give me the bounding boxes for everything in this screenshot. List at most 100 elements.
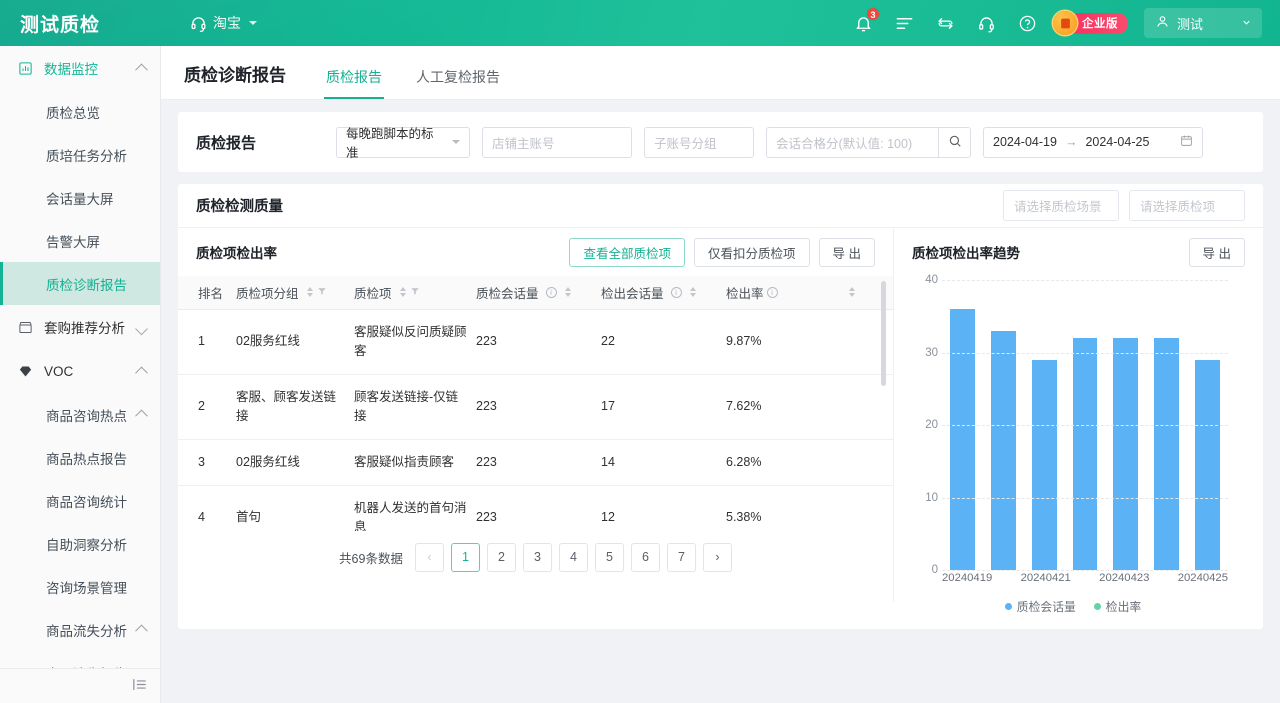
table-row[interactable]: 1 02服务红线 客服疑似反问质疑顾客 223 22 9.87% (178, 309, 893, 375)
chart-monitor-icon (18, 61, 35, 76)
sidebar-item-product-churn-report[interactable]: 商品流失报告 (0, 651, 160, 668)
filter-icon[interactable] (410, 285, 420, 299)
bell-icon[interactable]: 3 (853, 7, 880, 33)
table-row[interactable]: 3 02服务红线 客服疑似指责顾客 223 14 6.28% (178, 439, 893, 486)
sort-icon[interactable] (564, 287, 571, 298)
chart-y-axis: 0 10 20 30 40 (908, 274, 942, 576)
quality-item-select[interactable]: 请选择质检项 (1129, 190, 1245, 221)
score-input[interactable]: 会话合格分(默认值: 100) (766, 126, 938, 158)
chart-bar[interactable] (1072, 338, 1098, 570)
chart-bar[interactable] (1031, 359, 1057, 570)
sidebar-item-quality-overview[interactable]: 质检总览 (0, 90, 160, 133)
col-detected[interactable]: 检出会话量 i (601, 276, 726, 310)
scene-select[interactable]: 请选择质检场景 (1003, 190, 1119, 221)
view-deduction-items-button[interactable]: 仅看扣分质检项 (694, 237, 810, 267)
export-chart-button[interactable]: 导 出 (1188, 237, 1245, 267)
sort-icon[interactable] (849, 287, 855, 298)
trend-chart: 0 10 20 30 40 20240419 20240421 20240423 202404… (908, 274, 1238, 614)
cell-item: 顾客发送链接-仅链接 (354, 374, 476, 440)
legend-item-sessions[interactable]: 质检会话量 (1004, 598, 1076, 615)
table-row[interactable]: 4 首句 机器人发送的首句消息 223 12 5.38% (178, 485, 893, 531)
chart-bar[interactable] (990, 330, 1016, 570)
sidebar-item-label: 自助洞察分析 (46, 537, 127, 553)
cell-sessions: 223 (476, 309, 601, 375)
sidebar-item-alarm-screen[interactable]: 告警大屏 (0, 219, 160, 262)
chart-bar[interactable] (949, 309, 975, 570)
view-all-items-button[interactable]: 查看全部质检项 (569, 237, 685, 267)
chevron-up-icon (135, 366, 148, 379)
date-range-picker[interactable]: 2024-04-19 → 2024-04-25 (983, 126, 1203, 158)
tab-quality-report[interactable]: 质检报告 (324, 67, 384, 99)
page-button-3[interactable]: 3 (522, 542, 552, 572)
col-rate[interactable]: 检出率 i (726, 276, 893, 310)
shop-account-input[interactable]: 店铺主账号 (482, 126, 632, 158)
sub-account-group-input[interactable]: 子账号分组 (644, 126, 754, 158)
chart-bar[interactable] (1154, 338, 1180, 570)
col-sessions[interactable]: 质检会话量 i (476, 276, 601, 310)
legend-label: 质检会话量 (1016, 600, 1076, 614)
col-label: 质检项分组 (236, 286, 299, 301)
cell-group: 02服务红线 (236, 309, 354, 375)
sort-icon[interactable] (689, 287, 696, 298)
info-icon[interactable]: i (545, 286, 557, 298)
page-title: 质检诊断报告 (184, 66, 286, 85)
sidebar-item-product-consult-stats[interactable]: 商品咨询统计 (0, 479, 160, 522)
filter-icon[interactable] (317, 285, 327, 299)
card-title: 质检检测质量 (196, 199, 283, 215)
tab-manual-recheck-report[interactable]: 人工复检报告 (416, 67, 500, 99)
exchange-icon[interactable] (935, 13, 955, 33)
sidebar-item-training-task-analysis[interactable]: 质培任务分析 (0, 133, 160, 176)
page-button-4[interactable]: 4 (558, 542, 588, 572)
shop-selector[interactable]: 淘宝 (190, 13, 257, 33)
sidebar-item-self-insight-analysis[interactable]: 自助洞察分析 (0, 522, 160, 565)
cell-rank: 3 (178, 439, 236, 486)
trend-toolbar: 质检项检出率趋势 导 出 (894, 228, 1263, 276)
chevron-up-icon (135, 63, 148, 76)
page-button-1[interactable]: 1 (450, 542, 480, 572)
table-head: 排名 质检项分组 质检项 质检会话量 i 检出会话量 i 检出率 i (178, 276, 893, 310)
page-button-2[interactable]: 2 (486, 542, 516, 572)
sidebar-item-diagnostic-report[interactable]: 质检诊断报告 (0, 262, 160, 305)
info-icon[interactable]: i (766, 286, 778, 298)
menu-list-icon[interactable] (894, 13, 914, 33)
chart-y-tick: 0 (931, 564, 938, 576)
cell-group: 02服务红线 (236, 439, 354, 486)
page-button-6[interactable]: 6 (630, 542, 660, 572)
search-button[interactable] (938, 126, 971, 158)
sidebar-group-data-monitor[interactable]: 数据监控 (0, 46, 160, 90)
sidebar-item-session-volume-screen[interactable]: 会话量大屏 (0, 176, 160, 219)
chart-bar[interactable] (1195, 359, 1221, 570)
collapse-sidebar-icon[interactable] (131, 676, 148, 696)
sidebar-item-consult-scene-management[interactable]: 咨询场景管理 (0, 565, 160, 608)
sidebar-group-bundle-recommendation[interactable]: 套购推荐分析 (0, 305, 160, 349)
question-icon[interactable] (1017, 13, 1037, 33)
table-vertical-scrollbar[interactable] (881, 281, 886, 386)
sidebar-item-product-churn-analysis[interactable]: 商品流失分析 (0, 608, 160, 651)
col-item[interactable]: 质检项 (354, 276, 476, 310)
table-row[interactable]: 2 客服、顾客发送链接 顾客发送链接-仅链接 223 17 7.62% (178, 374, 893, 440)
user-menu[interactable]: 测试 (1144, 8, 1262, 38)
col-group[interactable]: 质检项分组 (236, 276, 354, 310)
next-page-button[interactable]: › (702, 542, 732, 572)
sort-icon[interactable] (399, 287, 406, 298)
enterprise-badge[interactable]: 企业版 (1053, 11, 1128, 35)
filter-title: 质检报告 (196, 134, 257, 152)
cell-sessions: 223 (476, 374, 601, 440)
cell-detected: 14 (601, 439, 726, 486)
sort-icon[interactable] (306, 287, 313, 298)
standard-select[interactable]: 每晚跑脚本的标准 (336, 126, 470, 160)
info-icon[interactable]: i (670, 286, 682, 298)
headset-icon[interactable] (976, 13, 996, 33)
col-rank[interactable]: 排名 (178, 276, 236, 310)
sidebar-group-voc[interactable]: VOC (0, 349, 160, 393)
page-button-7[interactable]: 7 (666, 542, 696, 572)
chart-bar[interactable] (1113, 338, 1139, 570)
sidebar-item-label: 商品热点报告 (46, 451, 127, 467)
prev-page-button[interactable]: ‹ (414, 542, 444, 572)
sidebar-item-product-hotspot-report[interactable]: 商品热点报告 (0, 436, 160, 479)
sidebar-item-product-consult-hotspot[interactable]: 商品咨询热点 (0, 393, 160, 436)
col-label: 质检项 (354, 286, 392, 301)
page-button-5[interactable]: 5 (594, 542, 624, 572)
export-table-button[interactable]: 导 出 (818, 237, 875, 267)
legend-item-rate[interactable]: 检出率 (1093, 598, 1141, 615)
